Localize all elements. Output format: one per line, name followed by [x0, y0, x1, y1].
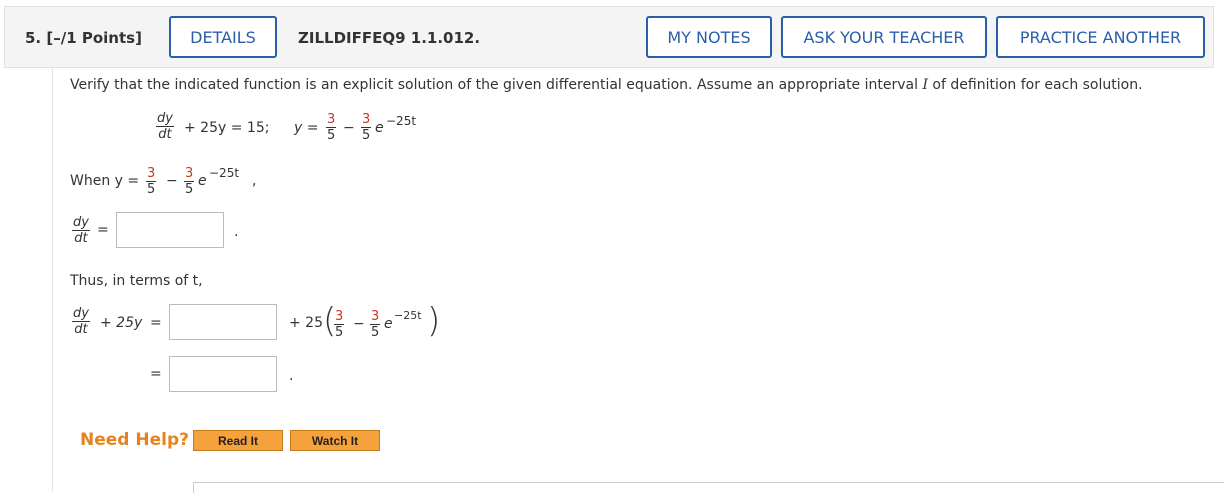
- dy-text: dy: [72, 215, 90, 231]
- fraction-3-5-d: 35: [184, 166, 195, 197]
- fraction-3-5: 35: [326, 112, 337, 143]
- period: .: [234, 224, 239, 240]
- right-paren: ): [427, 301, 441, 341]
- dy-dt-fraction: dy dt: [156, 111, 174, 142]
- dy-dt-fraction: dy dt: [72, 215, 90, 246]
- plus-25y: + 25y: [100, 315, 143, 331]
- need-help-label: Need Help?: [80, 430, 189, 450]
- dt-text: dt: [74, 322, 88, 337]
- frac-den: 5: [327, 128, 336, 143]
- equals-sign: =: [97, 222, 109, 238]
- question-number: 5. [–/1 Points]: [25, 29, 142, 47]
- e-base: e: [198, 173, 207, 189]
- e-base: e: [375, 120, 384, 136]
- instruction-part1: Verify that the indicated function is an…: [70, 77, 923, 93]
- instruction-part2: of definition for each solution.: [927, 77, 1143, 93]
- frac-den: 5: [185, 182, 194, 197]
- exponent-text: −25t: [209, 166, 240, 180]
- my-notes-button[interactable]: MY NOTES: [646, 16, 772, 58]
- fraction-3-5-e: 35: [334, 309, 345, 340]
- minus-sign: −: [343, 120, 355, 136]
- frac-den: 5: [362, 128, 371, 143]
- question-id: ZILLDIFFEQ9 1.1.012.: [298, 29, 481, 47]
- first-term-answer-input[interactable]: [169, 304, 277, 340]
- e-base: e: [384, 316, 393, 332]
- frac-num: 3: [184, 166, 195, 182]
- ask-your-teacher-button[interactable]: ASK YOUR TEACHER: [781, 16, 987, 58]
- dy-dt-fraction: dy dt: [72, 306, 90, 337]
- frac-num: 3: [326, 112, 337, 128]
- simplified-answer-input[interactable]: [169, 356, 277, 392]
- frac-num: 3: [370, 309, 381, 325]
- fraction-3-5-c: 35: [146, 166, 157, 197]
- equation-rest: + 25y = 15;: [184, 120, 270, 136]
- minus-sign: −: [353, 316, 365, 332]
- dt-text: dt: [158, 127, 172, 142]
- watch-it-button[interactable]: Watch It: [290, 430, 380, 451]
- minus-sign: −: [166, 173, 178, 189]
- frac-den: 5: [147, 182, 156, 197]
- plus-25: + 25: [289, 315, 323, 331]
- frac-num: 3: [146, 166, 157, 182]
- fraction-3-5-b: 35: [361, 112, 372, 143]
- frac-den: 5: [371, 325, 380, 340]
- instruction-text: Verify that the indicated function is an…: [70, 77, 1143, 93]
- fraction-3-5-f: 35: [370, 309, 381, 340]
- dt-text: dt: [74, 231, 88, 246]
- details-button[interactable]: DETAILS: [169, 16, 277, 58]
- dy-dt-answer-input[interactable]: [116, 212, 224, 248]
- frac-den: 5: [335, 325, 344, 340]
- left-border-line: [52, 68, 53, 492]
- question-header: 5. [–/1 Points] DETAILS ZILLDIFFEQ9 1.1.…: [4, 6, 1214, 68]
- equals-sign: =: [150, 315, 162, 331]
- read-it-button[interactable]: Read It: [193, 430, 283, 451]
- when-label: When y =: [70, 173, 140, 189]
- exponent: −25t: [209, 166, 239, 180]
- equals-sign: =: [150, 366, 162, 382]
- exponent-text: −25t: [386, 114, 417, 128]
- frac-num: 3: [361, 112, 372, 128]
- dy-text: dy: [72, 306, 90, 322]
- frac-num: 3: [334, 309, 345, 325]
- exponent: −25t: [386, 114, 416, 128]
- exponent-text: −25t: [394, 309, 422, 322]
- period: .: [289, 368, 294, 384]
- dy-text: dy: [156, 111, 174, 127]
- practice-another-button[interactable]: PRACTICE ANOTHER: [996, 16, 1205, 58]
- y-equals: y =: [294, 120, 319, 136]
- exponent: −25t: [394, 309, 422, 322]
- thus-label: Thus, in terms of t,: [70, 273, 203, 289]
- bottom-panel-edge: [193, 482, 1224, 493]
- comma: ,: [252, 173, 257, 189]
